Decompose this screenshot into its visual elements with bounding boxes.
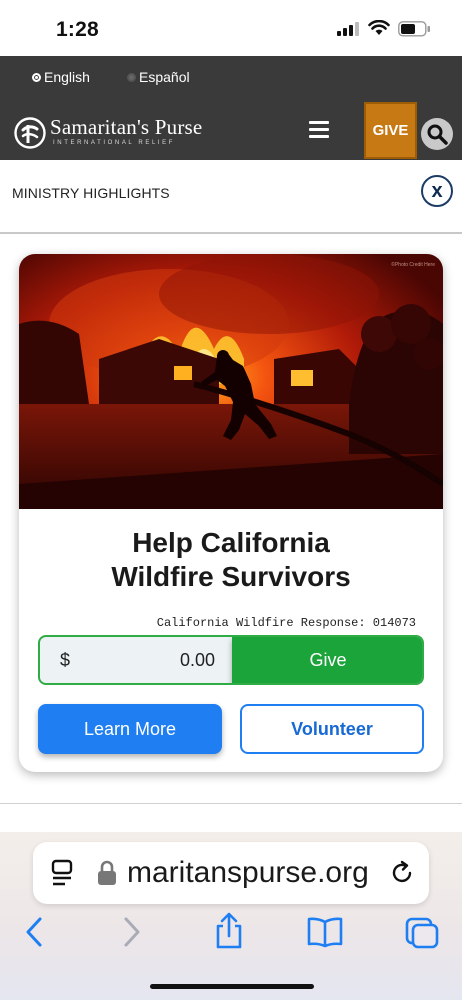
url-text: maritanspurse.org <box>127 856 369 889</box>
close-button[interactable]: x <box>421 175 453 207</box>
wildfire-firefighter-photo: ©Photo Credit Here <box>19 254 443 509</box>
cellular-signal-icon <box>337 22 359 36</box>
lock-icon <box>98 860 116 885</box>
donation-amount-input[interactable] <box>85 637 215 683</box>
give-donate-button[interactable]: Give <box>232 637 422 683</box>
page-menu-icon[interactable] <box>51 859 75 887</box>
reload-icon[interactable] <box>389 860 415 886</box>
headline-line-1: Help California <box>132 527 330 558</box>
battery-icon <box>398 21 430 37</box>
wifi-icon <box>368 20 390 35</box>
donation-card: ©Photo Credit Here Help California Wildf… <box>19 254 443 772</box>
radio-unselected-icon <box>127 72 136 82</box>
ministry-highlights-bar: MINISTRY HIGHLIGHTS x <box>0 160 462 234</box>
brand-name[interactable]: Samaritan's Purse <box>50 115 202 140</box>
language-bar: English Español <box>0 56 462 101</box>
home-indicator <box>150 984 314 989</box>
language-label-espanol: Español <box>139 69 190 85</box>
forward-icon[interactable] <box>120 916 144 948</box>
site-header: Samaritan's Purse INTERNATIONAL RELIEF G… <box>0 101 462 160</box>
status-bar: 1:28 <box>0 0 462 56</box>
section-divider <box>0 803 462 804</box>
close-icon: x <box>431 179 443 202</box>
headline-line-2: Wildfire Survivors <box>111 561 351 592</box>
browser-toolbar: maritanspurse.org <box>0 832 462 1000</box>
menu-icon[interactable] <box>309 121 329 139</box>
campaign-headline: Help California Wildfire Survivors <box>19 526 443 594</box>
bookmarks-icon[interactable] <box>306 916 344 948</box>
status-time: 1:28 <box>56 18 99 41</box>
language-option-espanol[interactable]: Español <box>127 69 190 85</box>
header-give-button[interactable]: GIVE <box>364 102 417 159</box>
fund-code: California Wildfire Response: 014073 <box>156 616 416 630</box>
share-icon[interactable] <box>213 912 245 950</box>
search-button[interactable] <box>421 118 453 150</box>
radio-selected-icon <box>32 72 41 82</box>
volunteer-button[interactable]: Volunteer <box>240 704 424 754</box>
currency-symbol: $ <box>60 650 71 670</box>
donation-amount-group: $ Give <box>38 635 424 685</box>
brand-subtitle: INTERNATIONAL RELIEF <box>53 140 176 146</box>
samaritans-purse-logo-icon[interactable] <box>14 117 46 149</box>
photo-credit: ©Photo Credit Here <box>391 261 435 268</box>
search-icon <box>427 124 448 145</box>
learn-more-button[interactable]: Learn More <box>38 704 222 754</box>
language-option-english[interactable]: English <box>32 69 90 85</box>
ministry-highlights-title: MINISTRY HIGHLIGHTS <box>12 185 170 201</box>
tabs-icon[interactable] <box>404 916 440 950</box>
address-bar[interactable]: maritanspurse.org <box>33 842 429 904</box>
language-label-english: English <box>44 69 90 85</box>
back-icon[interactable] <box>22 916 46 948</box>
